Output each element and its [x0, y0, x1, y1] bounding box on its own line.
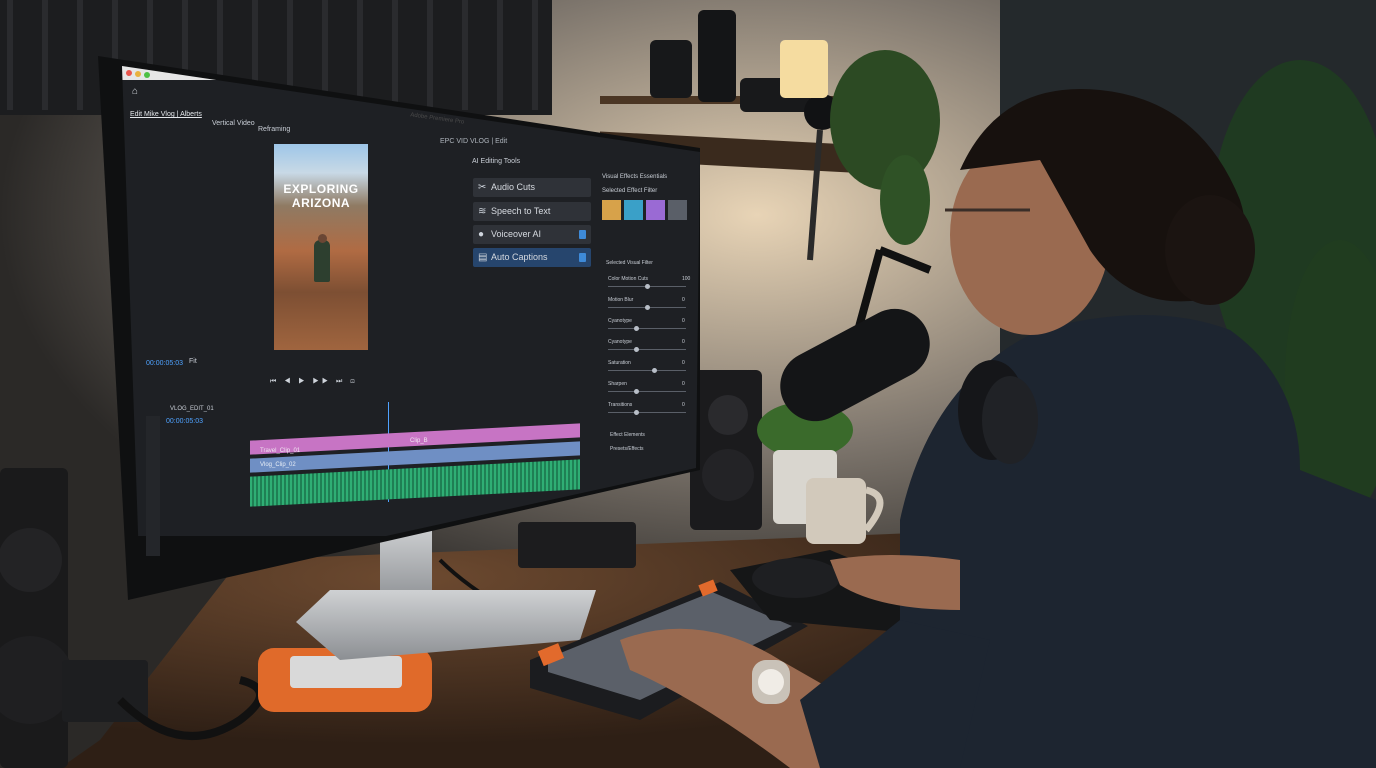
clip-label: Vlog_Clip_02 — [260, 462, 296, 468]
ai-item-label: Speech to Text — [491, 206, 551, 216]
clip-label: Travel_Clip_01 — [260, 448, 301, 454]
timeline-timecode: 00:00:05:03 — [166, 418, 203, 425]
slider-label: Motion Blur — [608, 297, 634, 303]
transport-controls[interactable]: ⏮ ◀ ▶ ▶▶ ⏭ ⊡ — [270, 378, 358, 386]
window-title: Adobe Premiere Pro — [409, 112, 465, 126]
monitor-screen: Adobe Premiere Pro ⌂ Edit Mike Vlog | Al… — [0, 0, 1376, 768]
slider-label: Saturation — [608, 360, 631, 366]
slider-knob[interactable] — [652, 368, 657, 373]
window-close-dot[interactable] — [126, 70, 132, 76]
ai-item-audio-cuts[interactable]: ✂ Audio Cuts — [473, 178, 591, 197]
ai-item-voiceover[interactable]: ● Voiceover AI — [473, 225, 591, 244]
flag-icon — [579, 230, 586, 239]
slider-label: Cyanotype — [608, 339, 632, 345]
slider-value: 0 — [682, 297, 685, 303]
speech-icon: ≋ — [478, 206, 487, 217]
sliders-header: Selected Visual Filter — [606, 260, 653, 266]
clip-label: Clip_B — [410, 438, 428, 444]
window-min-dot[interactable] — [135, 71, 141, 77]
flag-icon — [579, 253, 586, 262]
ai-panel-title: AI Editing Tools — [472, 158, 521, 165]
poster-title: EXPLORING ARIZONA — [283, 182, 359, 210]
slider-value: 0 — [682, 318, 685, 324]
program-timecode: 00:00:05:03 — [146, 360, 183, 367]
slider-value: 0 — [682, 381, 685, 387]
tool-strip — [146, 416, 160, 556]
effects-section: Selected Effect Filter — [602, 188, 658, 194]
hiker-figure — [314, 240, 330, 282]
sequence-name: VLOG_EDIT_01 — [170, 406, 214, 412]
slider-value: 0 — [682, 360, 685, 366]
effect-thumb[interactable] — [646, 200, 665, 220]
slider-knob[interactable] — [634, 410, 639, 415]
home-icon[interactable]: ⌂ — [132, 86, 138, 97]
slider-label: Cyanotype — [608, 318, 632, 324]
slider-knob[interactable] — [645, 305, 650, 310]
effect-thumb[interactable] — [602, 200, 621, 220]
slider-track[interactable] — [608, 347, 686, 352]
effect-thumbnails[interactable] — [602, 200, 688, 220]
effects-footer-1: Effect Elements — [610, 432, 645, 438]
slider-track[interactable] — [608, 326, 686, 331]
window-max-dot[interactable] — [144, 72, 150, 78]
effects-title: Visual Effects Essentials — [602, 174, 668, 180]
slider-value: 0 — [682, 402, 685, 408]
effect-thumb[interactable] — [624, 200, 643, 220]
slider-knob[interactable] — [634, 326, 639, 331]
slider-knob[interactable] — [634, 347, 639, 352]
ai-item-auto-captions[interactable]: ▤ Auto Captions — [473, 248, 591, 267]
slider-knob[interactable] — [634, 389, 639, 394]
effect-thumb[interactable] — [668, 200, 687, 220]
ai-item-label: Audio Cuts — [491, 182, 536, 192]
slider-track[interactable] — [608, 410, 686, 415]
slider-track[interactable] — [608, 368, 686, 373]
slider-value: 100 — [682, 276, 691, 282]
slider-label: Transitions — [608, 402, 633, 408]
tab-reframing[interactable]: Reframing — [258, 126, 290, 133]
program-monitor-frame: EXPLORING ARIZONA — [274, 144, 368, 350]
ai-item-label: Auto Captions — [491, 252, 548, 262]
captions-icon: ▤ — [478, 252, 488, 263]
program-header: EPC VID VLOG | Edit — [440, 138, 508, 145]
mic-icon: ● — [478, 229, 485, 240]
ai-item-speech-to-text[interactable]: ≋ Speech to Text — [473, 202, 591, 221]
zoom-select[interactable]: Fit — [189, 358, 197, 365]
slider-track[interactable] — [608, 284, 686, 289]
slider-value: 0 — [682, 339, 685, 345]
slider-label: Sharpen — [608, 381, 627, 387]
slider-label: Color Motion Cuts — [608, 276, 649, 282]
scissors-icon: ✂ — [478, 182, 487, 193]
effects-footer-2: Presets/Effects — [610, 446, 644, 452]
slider-track[interactable] — [608, 305, 686, 310]
tab-vertical-video[interactable]: Vertical Video — [212, 120, 255, 127]
ai-item-label: Voiceover AI — [491, 229, 542, 239]
tab-edit[interactable]: Edit Mike Vlog | Alberts — [130, 111, 202, 118]
slider-knob[interactable] — [645, 284, 650, 289]
slider-track[interactable] — [608, 389, 686, 394]
premiere-window: Adobe Premiere Pro ⌂ Edit Mike Vlog | Al… — [122, 66, 700, 556]
